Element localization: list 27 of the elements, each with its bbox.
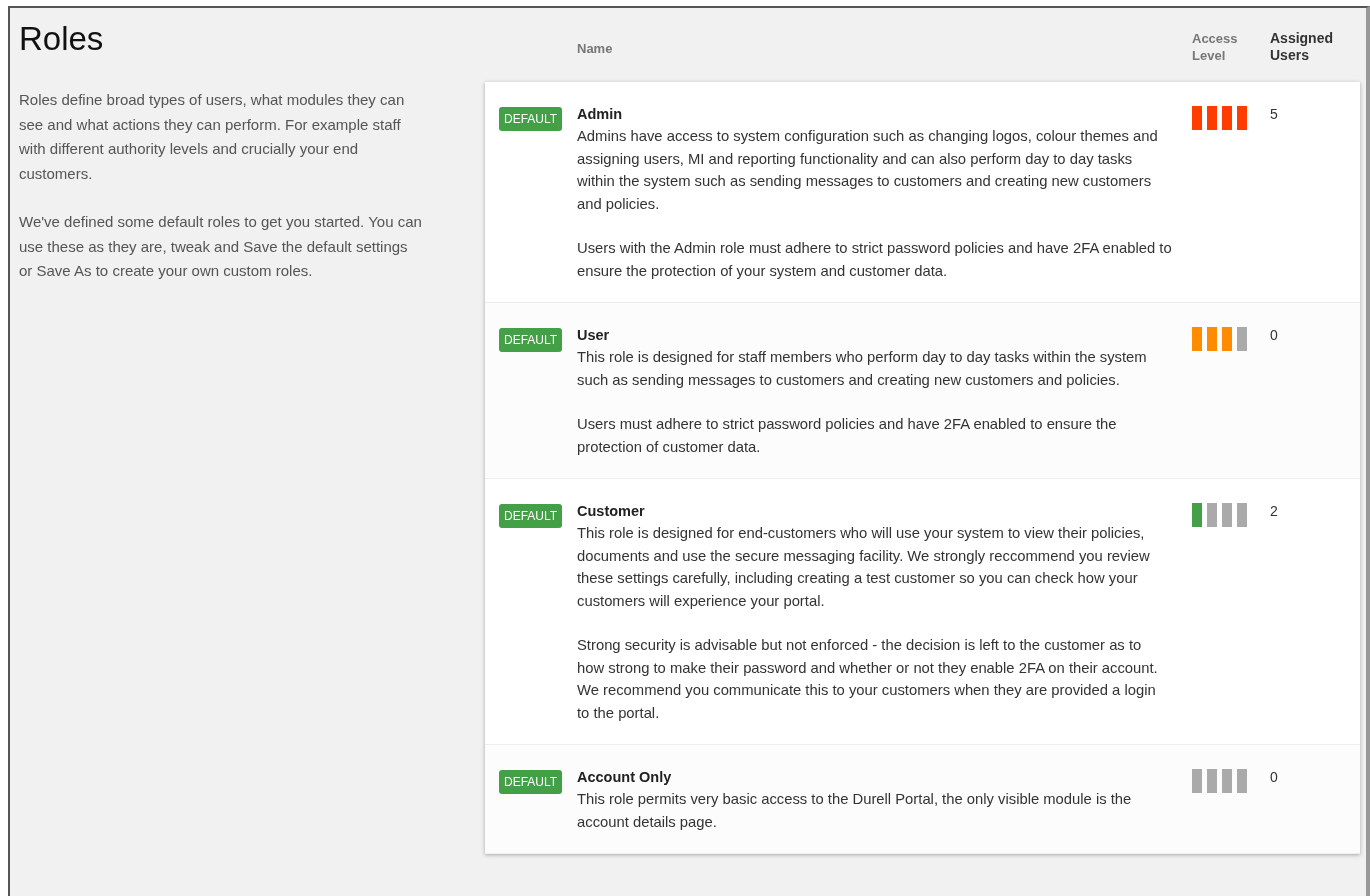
role-row[interactable]: [485, 303, 1360, 479]
page-title: Roles: [19, 20, 105, 58]
role-name: Customer: [577, 503, 646, 519]
role-name: Account Only: [577, 769, 673, 785]
role-name: User: [577, 327, 611, 343]
role-description: This role is designed for end-customers who will use your system to view their policies, documents and use the secure messaging facility. We strongly reccommend you review these settings carefully, including creating a test customer so you can check how your customers will experience your portal.: [577, 524, 1151, 611]
role-description: This role is designed for staff members who perform day to day tasks within the system such as sending messages to customers and creating new customers and policies.: [577, 348, 1148, 390]
assigned-users-count: 5: [1270, 106, 1278, 122]
role-row[interactable]: DEFAULT Account Only This role permits very basic access to the Durell Portal, the only visible module is the account details page. 0: [485, 745, 1360, 854]
role-description: Strong security is advisable but not enforced - the decision is left to the customer as to how strong to make their password and whether or not they enable 2FA on their account. We recommend you communicate this to your customers when they are provided a login to the portal.: [577, 636, 1159, 723]
intro-paragraph: We've defined some default roles to get you started. You can use these as they are, tweak and Save the default settings or Save As to create your own custom roles.: [19, 212, 423, 281]
intro-paragraph: Roles define broad types of users, what modules they can see and what actions they can perform. For example staff with different authority levels and crucially your end customers.: [19, 90, 406, 184]
assigned-users-count: 0: [1270, 327, 1278, 343]
assigned-users-count: 0: [1270, 769, 1278, 785]
default-badge: DEFAULT: [499, 504, 563, 528]
column-header: Assigned Users: [1270, 30, 1334, 64]
role-description: Users with the Admin role must adhere to strict password policies and have 2FA enabled to ensure the protection of your system and customer data.: [577, 239, 1172, 281]
assigned-users-count: 2: [1270, 503, 1278, 519]
column-header: Access Level: [1192, 30, 1239, 64]
default-badge: DEFAULT: [499, 770, 563, 794]
role-description: Admins have access to system configuration such as changing logos, colour themes and assigning users, MI and reporting functionality and can also perform day to day tasks within the system such as sending messages to customers and creating new customers and policies.: [577, 127, 1159, 214]
role-name: Admin: [577, 106, 624, 122]
role-description: Users must adhere to strict password policies and have 2FA enabled to ensure the protection of customer data.: [577, 415, 1118, 457]
default-badge: DEFAULT: [499, 107, 563, 131]
role-description: This role permits very basic access to the Durell Portal, the only visible module is the account details page.: [577, 790, 1133, 832]
column-header: Name: [577, 40, 614, 57]
default-badge: DEFAULT: [499, 328, 563, 352]
